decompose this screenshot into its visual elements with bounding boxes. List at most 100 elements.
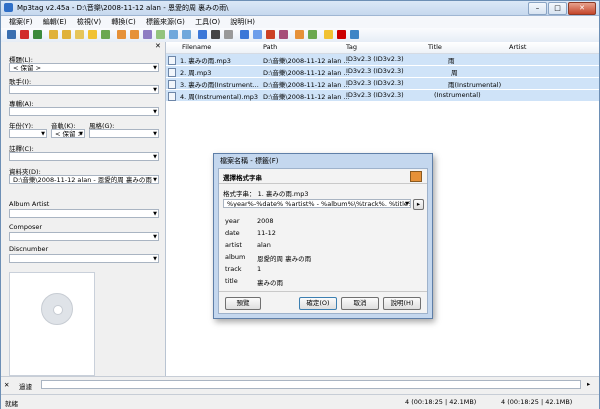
panel-close-icon[interactable]: ✕ bbox=[155, 42, 161, 50]
menu-file[interactable]: 檔案(F) bbox=[9, 16, 33, 28]
preview-button[interactable]: 預覽 bbox=[225, 297, 261, 310]
preview-key: date bbox=[225, 229, 240, 237]
menu-edit[interactable]: 編輯(E) bbox=[43, 16, 67, 28]
undo-icon[interactable] bbox=[33, 30, 42, 39]
chevron-down-icon[interactable]: ▼ bbox=[153, 130, 157, 137]
open-folder-icon[interactable] bbox=[49, 30, 58, 39]
chevron-down-icon[interactable]: ▼ bbox=[153, 210, 157, 217]
export-icon[interactable] bbox=[295, 30, 304, 39]
amazon-icon[interactable] bbox=[266, 30, 275, 39]
chevron-down-icon[interactable]: ▼ bbox=[41, 130, 45, 137]
menu-convert[interactable]: 轉換(C) bbox=[111, 16, 135, 28]
artist-field[interactable]: ▼ bbox=[9, 85, 159, 94]
cell-filename: 2. 周.mp3 bbox=[180, 69, 212, 77]
status-total: 4 (00:18:25 | 42.1MB) bbox=[501, 398, 573, 406]
chevron-down-icon[interactable]: ▼ bbox=[153, 233, 157, 240]
text-file-icon[interactable] bbox=[143, 30, 152, 39]
options-icon[interactable] bbox=[337, 30, 346, 39]
table-row[interactable]: 1. 裏みの雨.mp3 D:\音樂\2008-11-12 alan ... ID… bbox=[166, 54, 599, 66]
placeholder-arrow-button[interactable]: ▸ bbox=[413, 199, 424, 210]
table-row[interactable]: 3. 裏みの雨(Instrument... D:\音樂\2008-11-12 a… bbox=[166, 78, 599, 90]
cell-title: 雨(Instrumental) bbox=[448, 81, 502, 89]
tag-tag-icon[interactable] bbox=[156, 30, 165, 39]
chevron-down-icon[interactable]: ▼ bbox=[153, 255, 157, 262]
cancel-button[interactable]: 取消 bbox=[341, 297, 379, 310]
remove-tag-icon[interactable] bbox=[20, 30, 29, 39]
column-tag[interactable]: Tag bbox=[346, 43, 357, 51]
tag-filename-dialog: 檔案名稱 - 標籤(F) 選擇格式字串 格式字串： 1. 裏みの雨.mp3 %y… bbox=[213, 153, 433, 319]
cell-filename: 4. 周(Instrumental).mp3 bbox=[180, 93, 259, 101]
directory-field[interactable]: D:\音樂\2008-11-12 alan - 恩愛的周 裏みの雨 ▼ bbox=[9, 175, 159, 184]
close-button[interactable]: ✕ bbox=[568, 2, 596, 15]
filter-arrow-icon[interactable]: ▸ bbox=[587, 380, 590, 388]
chevron-down-icon[interactable]: ▼ bbox=[153, 64, 157, 71]
cell-path: D:\音樂\2008-11-12 alan ... bbox=[263, 57, 350, 65]
tag-filename-icon[interactable] bbox=[117, 30, 126, 39]
genre-field[interactable]: ▼ bbox=[89, 129, 159, 138]
playlist-export-icon[interactable] bbox=[308, 30, 317, 39]
title-field[interactable]: < 保留 > ▼ bbox=[9, 63, 159, 72]
add-folder-icon[interactable] bbox=[62, 30, 71, 39]
column-artist[interactable]: Artist bbox=[509, 43, 526, 51]
track-field[interactable]: < 保留 > ▼ bbox=[51, 129, 85, 138]
star-icon[interactable] bbox=[88, 30, 97, 39]
freedb-icon[interactable] bbox=[240, 30, 249, 39]
filter-close-icon[interactable]: ✕ bbox=[4, 381, 9, 389]
discnumber-field[interactable]: ▼ bbox=[9, 254, 159, 263]
action-icon[interactable] bbox=[211, 30, 220, 39]
album-artist-field[interactable]: ▼ bbox=[9, 209, 159, 218]
cell-title: 雨 bbox=[448, 57, 455, 65]
album-field[interactable]: ▼ bbox=[9, 107, 159, 116]
config-icon[interactable] bbox=[224, 30, 233, 39]
favorites-icon[interactable] bbox=[75, 30, 84, 39]
playlist-icon[interactable] bbox=[182, 30, 191, 39]
preview-key: album bbox=[225, 253, 246, 261]
chevron-down-icon[interactable]: ▼ bbox=[153, 176, 157, 183]
year-field[interactable]: ▼ bbox=[9, 129, 47, 138]
menu-tools[interactable]: 工具(O) bbox=[195, 16, 220, 28]
refresh-icon[interactable] bbox=[101, 30, 110, 39]
table-row[interactable]: 2. 周.mp3 D:\音樂\2008-11-12 alan ... ID3v2… bbox=[166, 66, 599, 78]
format-string-field[interactable]: %year%-%date% %artist% - %album%\%track%… bbox=[223, 199, 411, 208]
chevron-down-icon[interactable]: ▼ bbox=[79, 130, 83, 137]
composer-field[interactable]: ▼ bbox=[9, 232, 159, 241]
help-button[interactable]: 說明(H) bbox=[383, 297, 421, 310]
menu-help[interactable]: 說明(H) bbox=[230, 16, 255, 28]
preview-value: 恩愛的周 裏みの雨 bbox=[257, 255, 312, 263]
comment-field[interactable]: ▼ bbox=[9, 152, 159, 161]
chevron-down-icon[interactable]: ▼ bbox=[153, 86, 157, 93]
chevron-down-icon[interactable]: ▼ bbox=[153, 153, 157, 160]
chevron-down-icon[interactable]: ▼ bbox=[153, 108, 157, 115]
menu-view[interactable]: 檢視(V) bbox=[77, 16, 101, 28]
maximize-button[interactable]: □ bbox=[548, 2, 567, 15]
cell-path: D:\音樂\2008-11-12 alan ... bbox=[263, 69, 350, 77]
chevron-down-icon[interactable]: ▼ bbox=[405, 200, 409, 207]
column-title[interactable]: Title bbox=[428, 43, 442, 51]
preview-value: 11-12 bbox=[257, 229, 276, 237]
audio-file-icon bbox=[168, 68, 176, 77]
filename-tag-icon[interactable] bbox=[130, 30, 139, 39]
cell-filename: 3. 裏みの雨(Instrument... bbox=[180, 81, 259, 89]
filter-input[interactable] bbox=[41, 380, 581, 389]
cover-art[interactable] bbox=[9, 272, 95, 376]
play-icon[interactable] bbox=[324, 30, 333, 39]
minimize-button[interactable]: – bbox=[528, 2, 547, 15]
cell-title: (Instrumental) bbox=[434, 91, 481, 99]
case-convert-icon[interactable] bbox=[198, 30, 207, 39]
web-source-icon[interactable] bbox=[169, 30, 178, 39]
composer-label: Composer bbox=[9, 223, 43, 231]
menu-tag-sources[interactable]: 標籤來源(G) bbox=[146, 16, 185, 28]
column-filename[interactable]: Filename bbox=[182, 43, 211, 51]
column-path[interactable]: Path bbox=[263, 43, 277, 51]
discogs-icon[interactable] bbox=[253, 30, 262, 39]
dialog-body: 選擇格式字串 格式字串： 1. 裏みの雨.mp3 %year%-%date% %… bbox=[218, 168, 428, 314]
help-icon[interactable] bbox=[350, 30, 359, 39]
status-bar: 就緒 4 (00:18:25 | 42.1MB) 4 (00:18:25 | 4… bbox=[1, 394, 599, 409]
app-icon bbox=[4, 3, 13, 12]
preview-value: 2008 bbox=[257, 217, 274, 225]
musicbrainz-icon[interactable] bbox=[279, 30, 288, 39]
save-icon[interactable] bbox=[7, 30, 16, 39]
table-row[interactable]: 4. 周(Instrumental).mp3 D:\音樂\2008-11-12 … bbox=[166, 90, 599, 102]
audio-file-icon bbox=[168, 80, 176, 89]
ok-button[interactable]: 確定(O) bbox=[299, 297, 337, 310]
